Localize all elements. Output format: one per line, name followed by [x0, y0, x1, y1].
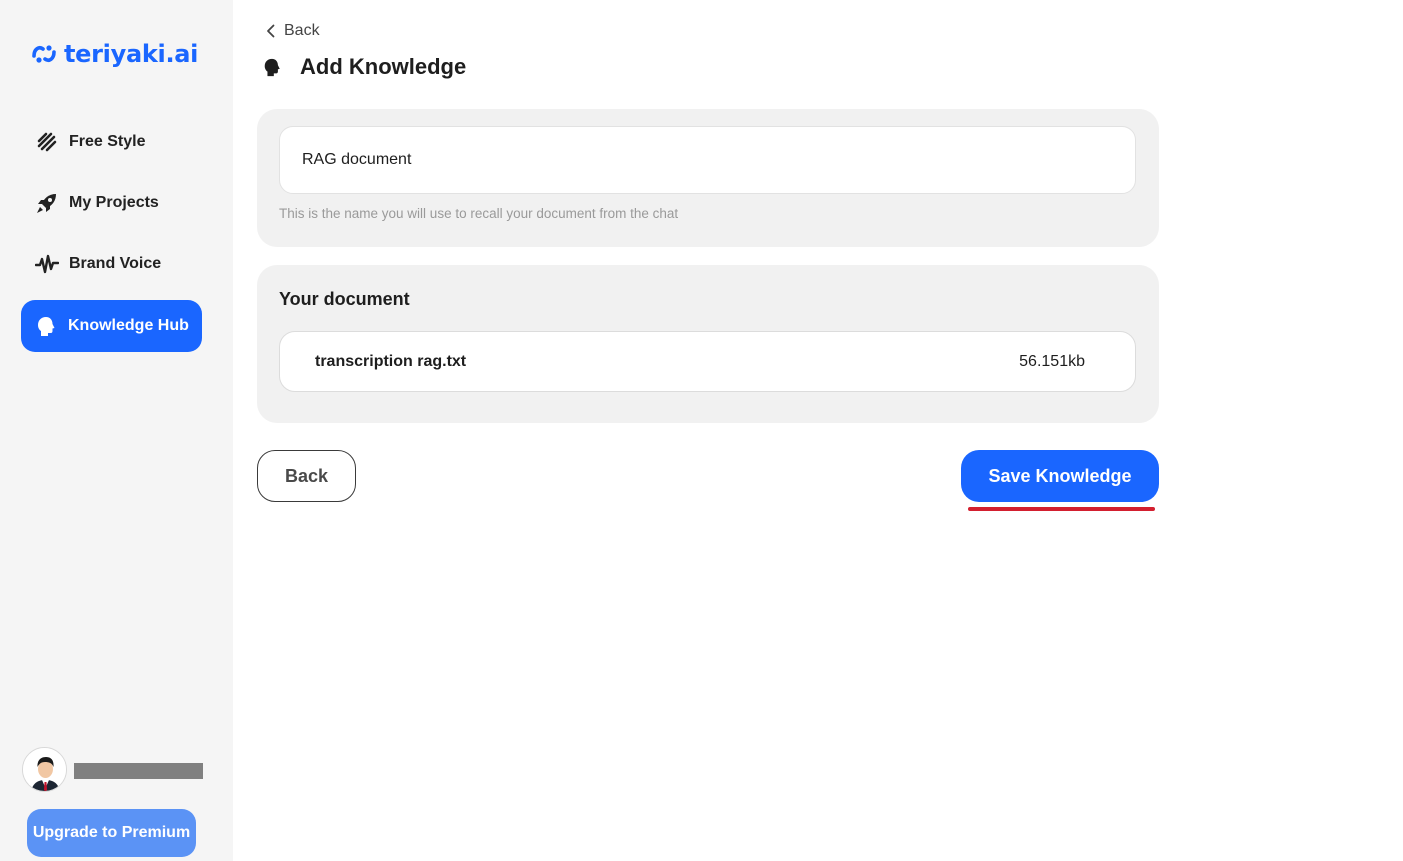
knowledge-name-helper: This is the name you will use to recall … [279, 206, 679, 221]
sidebar-item-label: Knowledge Hub [68, 317, 189, 334]
waveform-icon [35, 252, 59, 276]
back-button[interactable]: Back [257, 450, 356, 502]
logo-icon [32, 45, 56, 63]
page-header: Add Knowledge [262, 54, 466, 80]
rocket-icon [35, 191, 59, 215]
sidebar-item-brand-voice[interactable]: Brand Voice [21, 238, 202, 290]
sidebar-item-free-style[interactable]: Free Style [21, 116, 202, 168]
sidebar-item-label: My Projects [69, 194, 159, 211]
document-file-row[interactable]: transcription rag.txt 56.151kb [279, 331, 1136, 392]
free-style-icon [35, 130, 59, 154]
sidebar-item-label: Brand Voice [69, 255, 162, 272]
user-name-redacted [74, 763, 203, 779]
avatar[interactable] [22, 747, 67, 792]
head-icon [264, 58, 280, 77]
back-link[interactable]: Back [266, 22, 320, 40]
head-icon [34, 314, 58, 338]
knowledge-name-input[interactable] [279, 126, 1136, 194]
upgrade-to-premium-button[interactable]: Upgrade to Premium [27, 809, 196, 857]
sidebar-item-my-projects[interactable]: My Projects [21, 177, 202, 229]
sidebar: teriyaki.ai Free Style My Projects Brand [0, 0, 233, 861]
save-knowledge-button[interactable]: Save Knowledge [961, 450, 1159, 502]
highlight-underline [968, 507, 1155, 511]
page-title: Add Knowledge [300, 54, 467, 79]
document-card: Your document transcription rag.txt 56.1… [257, 265, 1159, 423]
sidebar-item-knowledge-hub[interactable]: Knowledge Hub [21, 300, 202, 352]
document-heading: Your document [279, 289, 410, 309]
brand-name: teriyaki.ai [64, 40, 199, 68]
document-filesize: 56.151kb [1019, 352, 1085, 370]
chevron-left-icon [267, 24, 275, 38]
brand-logo[interactable]: teriyaki.ai [30, 40, 198, 68]
knowledge-name-card: This is the name you will use to recall … [257, 109, 1159, 247]
document-filename: transcription rag.txt [315, 352, 467, 370]
user-avatar-icon [23, 748, 66, 791]
sidebar-item-label: Free Style [69, 133, 146, 150]
back-link-label: Back [284, 22, 320, 39]
